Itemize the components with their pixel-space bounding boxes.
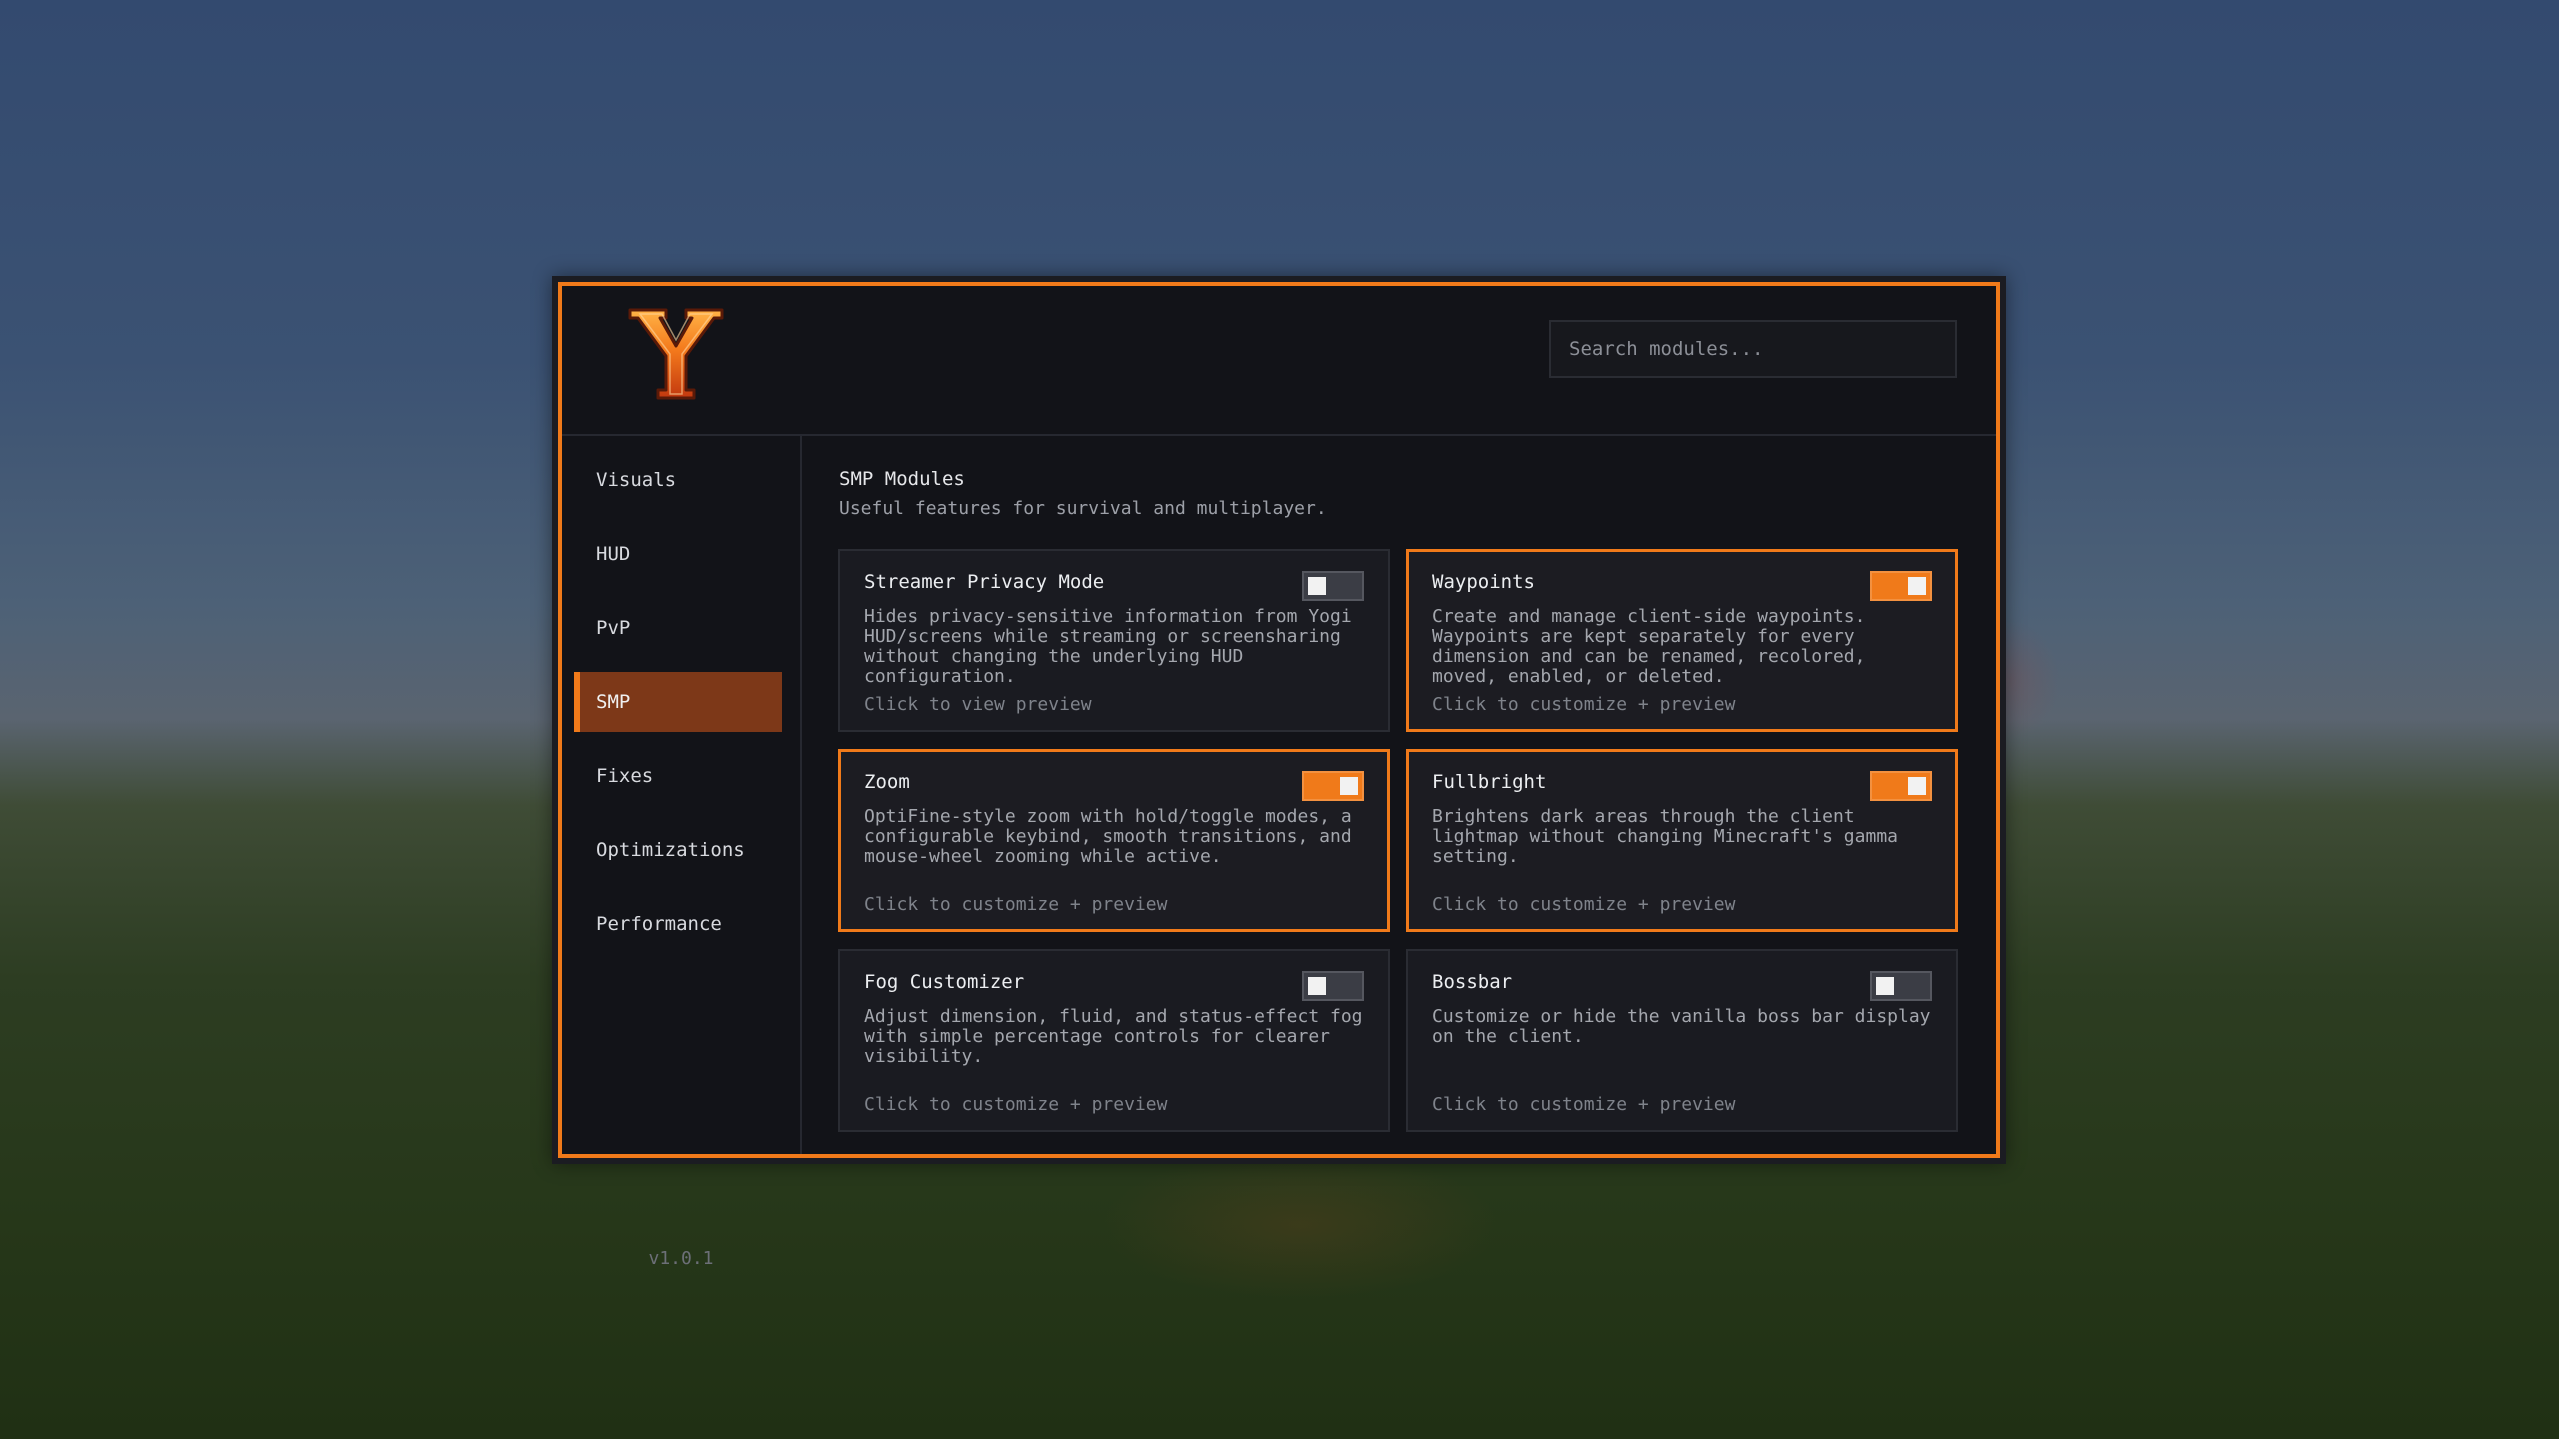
main-content: SMP Modules Useful features for survival…	[802, 436, 1996, 1154]
module-card-waypoints[interactable]: Waypoints Create and manage client-side …	[1406, 549, 1958, 732]
module-card-fog-customizer[interactable]: Fog Customizer Adjust dimension, fluid, …	[838, 949, 1390, 1132]
module-description: OptiFine-style zoom with hold/toggle mod…	[864, 806, 1352, 867]
toggle-knob	[1308, 977, 1326, 995]
module-title: Bossbar	[1432, 971, 1513, 993]
search-input[interactable]	[1549, 320, 1957, 378]
toggle-knob	[1908, 777, 1926, 795]
settings-window: Visuals HUD PvP SMP Fixes Optimizations …	[552, 276, 2006, 1269]
module-card-fullbright[interactable]: Fullbright Brightens dark areas through …	[1406, 749, 1958, 932]
module-toggle[interactable]	[1302, 571, 1364, 601]
toggle-knob	[1876, 977, 1894, 995]
sidebar: Visuals HUD PvP SMP Fixes Optimizations …	[562, 436, 802, 1154]
module-footer[interactable]: Click to view preview	[864, 694, 1092, 715]
module-description: Adjust dimension, fluid, and status-effe…	[864, 1006, 1363, 1067]
module-toggle[interactable]	[1870, 771, 1932, 801]
module-card-streamer-privacy-mode[interactable]: Streamer Privacy Mode Hides privacy-sens…	[838, 549, 1390, 732]
module-footer[interactable]: Click to customize + preview	[864, 1094, 1167, 1115]
module-card-zoom[interactable]: Zoom OptiFine-style zoom with hold/toggl…	[838, 749, 1390, 932]
page-title: SMP Modules	[839, 468, 965, 490]
toggle-knob	[1908, 577, 1926, 595]
module-toggle[interactable]	[1302, 771, 1364, 801]
module-footer[interactable]: Click to customize + preview	[1432, 894, 1735, 915]
module-title: Waypoints	[1432, 571, 1535, 593]
module-toggle[interactable]	[1870, 971, 1932, 1001]
toggle-knob	[1340, 777, 1358, 795]
sidebar-item-visuals[interactable]: Visuals	[574, 450, 782, 510]
version-label: v1.0.1	[648, 1248, 714, 1269]
sidebar-item-performance[interactable]: Performance	[574, 894, 782, 954]
toggle-knob	[1308, 577, 1326, 595]
module-title: Fog Customizer	[864, 971, 1025, 993]
sidebar-item-optimizations[interactable]: Optimizations	[574, 820, 782, 880]
module-description: Create and manage client-side waypoints.…	[1432, 606, 1866, 687]
page-subtitle: Useful features for survival and multipl…	[839, 498, 1327, 519]
module-toggle[interactable]	[1302, 971, 1364, 1001]
header	[562, 286, 1996, 436]
module-title: Zoom	[864, 771, 910, 793]
module-card-bossbar[interactable]: Bossbar Customize or hide the vanilla bo…	[1406, 949, 1958, 1132]
module-footer[interactable]: Click to customize + preview	[1432, 1094, 1735, 1115]
sidebar-item-hud[interactable]: HUD	[574, 524, 782, 584]
module-description: Brightens dark areas through the client …	[1432, 806, 1898, 867]
settings-panel: Visuals HUD PvP SMP Fixes Optimizations …	[558, 282, 2000, 1269]
background-glow	[1100, 1150, 1500, 1300]
module-footer[interactable]: Click to customize + preview	[864, 894, 1167, 915]
module-title: Streamer Privacy Mode	[864, 571, 1105, 593]
module-toggle[interactable]	[1870, 571, 1932, 601]
module-title: Fullbright	[1432, 771, 1547, 793]
module-footer[interactable]: Click to customize + preview	[1432, 694, 1735, 715]
logo-icon	[628, 308, 724, 400]
sidebar-item-smp[interactable]: SMP	[574, 672, 782, 732]
module-description: Hides privacy-sensitive information from…	[864, 606, 1352, 687]
sidebar-item-pvp[interactable]: PvP	[574, 598, 782, 658]
sidebar-item-fixes[interactable]: Fixes	[574, 746, 782, 806]
module-description: Customize or hide the vanilla boss bar d…	[1432, 1006, 1931, 1047]
